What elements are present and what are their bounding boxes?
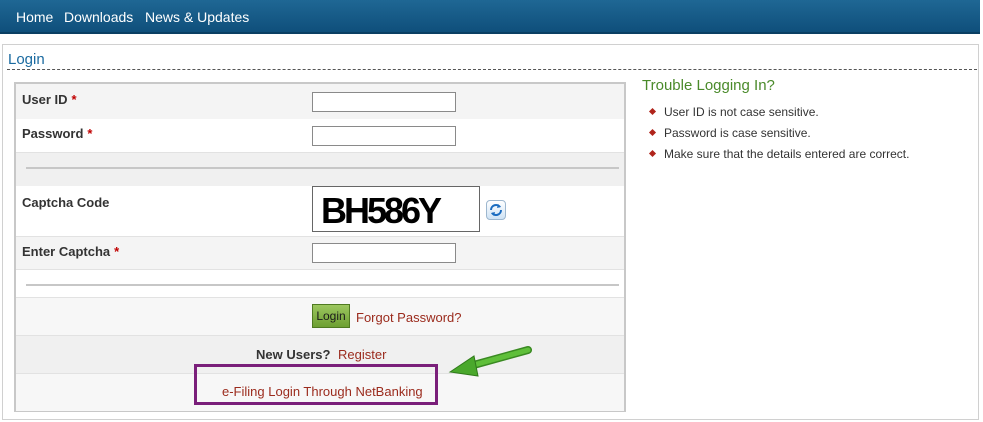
captcha-code-label: Captcha Code [22,195,110,210]
captcha-text: BH586Y [321,190,442,231]
required-mark: * [114,244,120,259]
red-diamond-bullet-icon [648,107,657,116]
separator-line [26,284,619,286]
login-panel: Login User ID * Password * Captcha Code BH… [2,44,979,420]
tip-text: User ID is not case sensitive. [664,105,819,119]
help-tips-list: User ID is not case sensitive. Password … [648,105,909,168]
login-button[interactable]: Login [312,304,350,328]
red-diamond-bullet-icon [648,149,657,158]
new-users-label: New Users? [256,347,331,362]
user-id-label: User ID * [22,92,77,107]
list-item: Password is case sensitive. [648,126,909,147]
required-mark: * [87,126,93,141]
login-form: User ID* Password* Captcha Code BH586Y [14,82,626,412]
top-navigation-bar: Home Downloads News & Updates [0,0,980,34]
dotted-divider [7,69,977,70]
enter-captcha-label-text: Enter Captcha [22,244,111,259]
nav-downloads-link[interactable]: Downloads [64,9,133,25]
captcha-image: BH586Y [312,186,480,232]
user-id-row: User ID * [16,84,624,120]
new-users-row: New Users? Register [16,335,624,374]
red-diamond-bullet-icon [648,128,657,137]
separator-row [16,269,624,298]
netbanking-row: e-Filing Login Through NetBanking [16,373,624,411]
user-id-label-text: User ID [22,92,68,107]
enter-captcha-label: Enter Captcha * [22,244,119,259]
tip-text: Make sure that the details entered are c… [664,147,910,161]
refresh-captcha-icon[interactable] [486,200,506,220]
enter-captcha-row: Enter Captcha * [16,236,624,270]
required-mark: * [71,92,77,107]
list-item: Make sure that the details entered are c… [648,147,909,168]
nav-home-link[interactable]: Home [16,9,53,25]
password-label: Password * [22,126,92,141]
password-row: Password * [16,119,624,152]
captcha-row: Captcha Code BH586Y [16,186,624,236]
register-link[interactable]: Register [338,347,386,362]
forgot-password-link[interactable]: Forgot Password? [356,310,462,325]
password-input[interactable] [312,126,456,146]
user-id-input[interactable] [312,92,456,112]
separator-line [26,167,619,169]
separator-row [16,152,624,188]
password-label-text: Password [22,126,84,141]
panel-title: Login [8,51,45,68]
list-item: User ID is not case sensitive. [648,105,909,126]
tip-text: Password is case sensitive. [664,126,811,140]
nav-news-updates-link[interactable]: News & Updates [145,9,249,25]
netbanking-login-link[interactable]: e-Filing Login Through NetBanking [222,384,423,399]
enter-captcha-input[interactable] [312,243,456,263]
login-button-row: Login Forgot Password? [16,297,624,336]
trouble-logging-in-title: Trouble Logging In? [642,77,775,94]
